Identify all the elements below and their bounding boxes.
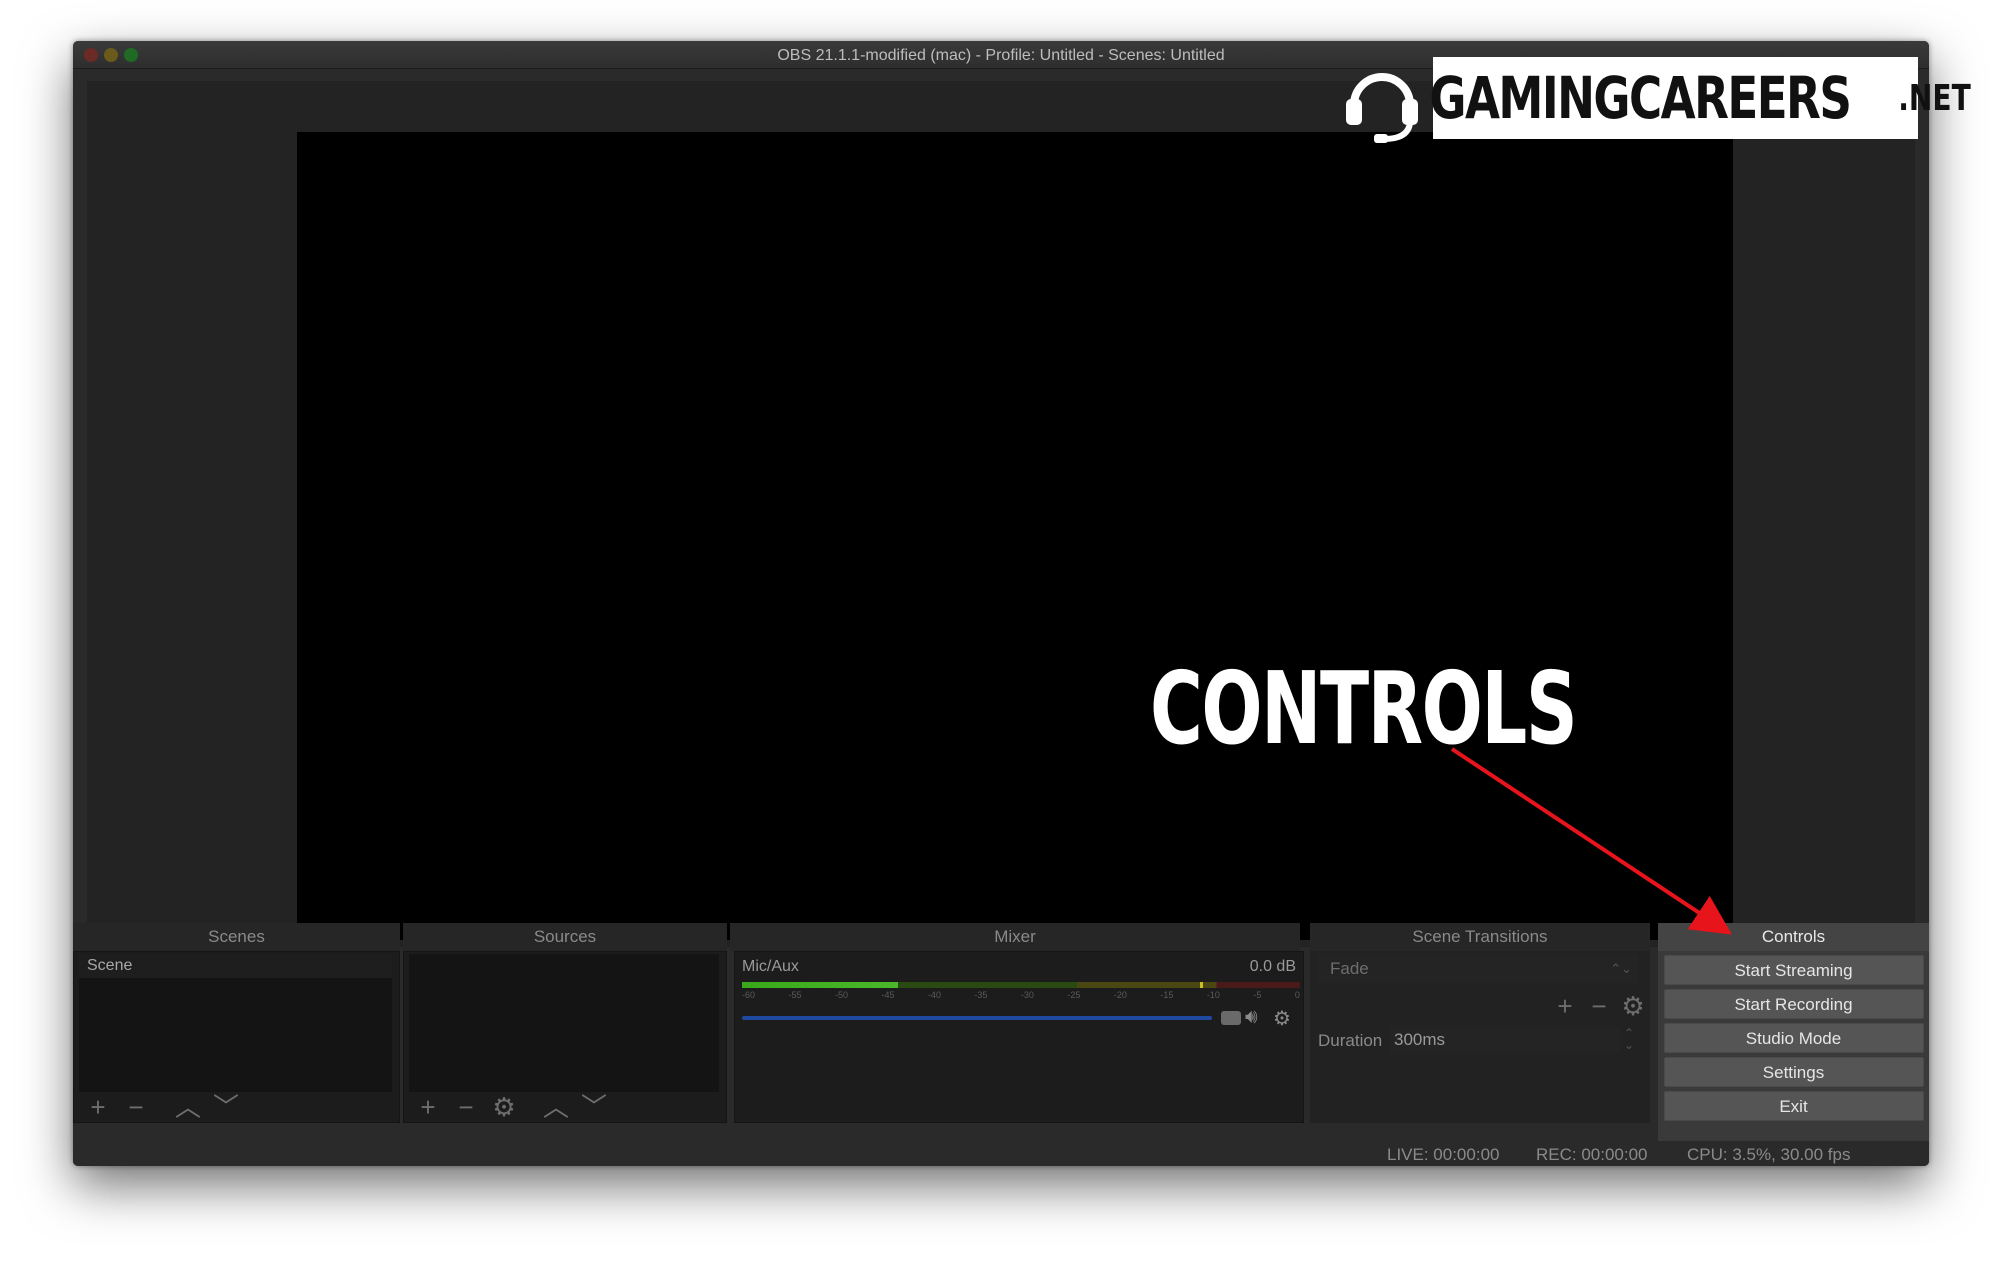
exit-button[interactable]: Exit xyxy=(1663,1091,1924,1121)
settings-button[interactable]: Settings xyxy=(1663,1057,1924,1087)
sources-dock-header: Sources xyxy=(403,923,727,951)
audio-meter-fill xyxy=(742,982,898,988)
audio-meter-tick-label: -60 xyxy=(742,990,756,1000)
start-recording-button[interactable]: Start Recording xyxy=(1663,989,1924,1019)
scenes-dock-header: Scenes xyxy=(73,923,400,951)
audio-meter-tick-label: -30 xyxy=(1020,990,1034,1000)
mixer-dock-header: Mixer xyxy=(730,923,1300,951)
duration-label: Duration xyxy=(1318,1031,1383,1050)
start-streaming-button[interactable]: Start Streaming xyxy=(1663,955,1924,985)
duration-input[interactable]: 300ms xyxy=(1390,1027,1620,1053)
obs-window: OBS 21.1.1-modified (mac) - Profile: Unt… xyxy=(73,41,1929,1166)
transition-select-value: Fade xyxy=(1330,959,1369,978)
add-scene-plus-icon[interactable]: + xyxy=(79,1094,117,1120)
controls-annotation-label: CONTROLS xyxy=(1150,650,1578,767)
studio-mode-button[interactable]: Studio Mode xyxy=(1663,1023,1924,1053)
audio-meter-tick-label: -55 xyxy=(788,990,802,1000)
scene-list[interactable]: Scene xyxy=(79,954,392,1092)
rec-timer: REC: 00:00:00 xyxy=(1536,1145,1648,1164)
move-source-down-chevron-down-icon[interactable]: ﹀ xyxy=(575,1094,613,1120)
controls-dock: Controls Start Streaming Start Recording… xyxy=(1658,923,1929,1149)
audio-meter-tick-label: -45 xyxy=(881,990,895,1000)
status-bar: LIVE: 00:00:00 REC: 00:00:00 CPU: 3.5%, … xyxy=(73,1141,1929,1166)
speaker-icon[interactable]: 🔊︎ xyxy=(1245,1006,1258,1029)
move-scene-down-chevron-down-icon[interactable]: ﹀ xyxy=(207,1094,245,1120)
logo-main-text: GAMINGCAREERS xyxy=(1429,64,1853,132)
remove-transition-minus-icon[interactable]: − xyxy=(1582,991,1616,1022)
add-transition-plus-icon[interactable]: + xyxy=(1548,991,1582,1022)
select-arrows-icon: ⌃⌄ xyxy=(1610,961,1632,976)
mixer-gear-icon[interactable]: ⚙ xyxy=(1273,1006,1291,1031)
add-source-plus-icon[interactable]: + xyxy=(409,1094,447,1120)
scene-list-item[interactable]: Scene xyxy=(79,954,392,978)
live-timer: LIVE: 00:00:00 xyxy=(1387,1145,1500,1164)
volume-slider-track[interactable] xyxy=(742,1016,1212,1020)
audio-meter-tick-label: 0 xyxy=(1294,990,1300,1000)
audio-meter-tick-label: -20 xyxy=(1113,990,1127,1000)
audio-meter-tick-label: -35 xyxy=(974,990,988,1000)
transitions-dock-header: Scene Transitions xyxy=(1310,923,1650,951)
remove-scene-minus-icon[interactable]: − xyxy=(117,1094,155,1120)
cpu-status: CPU: 3.5%, 30.00 fps xyxy=(1687,1145,1851,1164)
scenes-dock: Scene + − ︿ ﹀ xyxy=(73,951,400,1123)
sources-toolbar: + − ⚙ ︿ ﹀ xyxy=(409,1094,613,1120)
gamingcareers-logo: GAMINGCAREERS .NET xyxy=(1429,57,1971,139)
transition-select[interactable]: Fade ⌃⌄ xyxy=(1318,955,1638,983)
logo-suffix-text: .NET xyxy=(1898,77,1971,119)
audio-meter-tick-label: -10 xyxy=(1206,990,1220,1000)
audio-meter-tick-label: -50 xyxy=(834,990,848,1000)
sources-dock: + − ⚙ ︿ ﹀ xyxy=(403,951,727,1123)
volume-slider-handle[interactable] xyxy=(1221,1011,1241,1025)
mixer-dock: Mic/Aux 0.0 dB -60 -55 -50 -45 -40 -35 -30 -25-… xyxy=(734,951,1304,1123)
controls-dock-header: Controls xyxy=(1658,923,1929,951)
audio-meter-peak xyxy=(1200,982,1203,988)
audio-meter-tick-label: -5 xyxy=(1253,990,1262,1000)
transition-properties-gear-icon[interactable]: ⚙ xyxy=(1616,991,1650,1022)
scenes-toolbar: + − ︿ ﹀ xyxy=(79,1094,245,1120)
audio-meter xyxy=(742,982,1300,988)
mixer-channel-level: 0.0 dB xyxy=(1249,958,1296,975)
mixer-channel-name: Mic/Aux xyxy=(742,958,799,975)
remove-source-minus-icon[interactable]: − xyxy=(447,1094,485,1120)
source-list[interactable] xyxy=(409,954,719,1092)
preview-area xyxy=(87,81,1915,947)
audio-meter-tick-label: -15 xyxy=(1160,990,1174,1000)
move-source-up-chevron-up-icon[interactable]: ︿ xyxy=(537,1094,575,1120)
preview-canvas[interactable] xyxy=(297,132,1733,940)
source-properties-gear-icon[interactable]: ⚙ xyxy=(485,1094,523,1120)
transitions-dock: Fade ⌃⌄ + − ⚙ Duration 300ms ⌃ ⌄ xyxy=(1310,951,1650,1123)
audio-meter-tick-label: -40 xyxy=(927,990,941,1000)
audio-meter-tick-label: -25 xyxy=(1067,990,1081,1000)
move-scene-up-chevron-up-icon[interactable]: ︿ xyxy=(169,1094,207,1120)
headset-logo-icon xyxy=(1346,73,1418,143)
audio-meter-ticks: -60 -55 -50 -45 -40 -35 -30 -25 -20 -15 -10 -5 0 xyxy=(742,990,1300,1002)
transitions-toolbar: + − ⚙ xyxy=(1548,991,1650,1022)
duration-stepper-icon[interactable]: ⌃ ⌄ xyxy=(1624,1027,1634,1051)
